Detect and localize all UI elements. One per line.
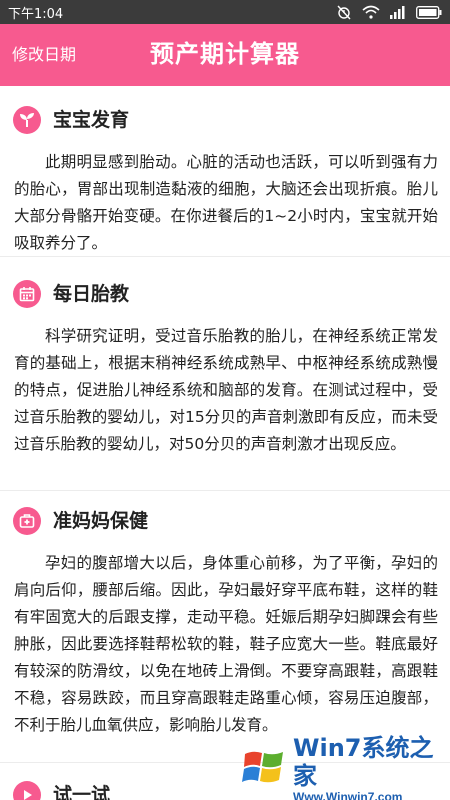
watermark-url: Www.Winwin7.com: [293, 790, 403, 800]
watermark-title: Win7系统之家: [293, 734, 434, 790]
section-title: 准妈妈保健: [53, 510, 149, 532]
section-title: 试一试: [53, 784, 111, 800]
alarm-off-icon: [336, 4, 352, 20]
section-header: 每日胎教: [13, 279, 129, 309]
app-bar: 修改日期 预产期计算器: [0, 24, 450, 86]
watermark-text: Win7系统之家 Www.Winwin7.com: [293, 734, 446, 800]
watermark: Win7系统之家 Www.Winwin7.com: [241, 734, 446, 800]
wifi-icon: [362, 5, 380, 19]
section-title: 宝宝发育: [53, 109, 130, 131]
content-scroll[interactable]: 宝宝发育 此期明显感到胎动。心脏的活动也活跃，可以听到强有力的胎心，胃部出现制造…: [0, 86, 450, 800]
signal-icon: [390, 5, 406, 19]
section-header: 准妈妈保健: [13, 506, 148, 536]
medical-kit-icon: [13, 507, 41, 535]
status-bar: 下午1:04: [0, 0, 450, 24]
section-header: 试一试: [13, 780, 110, 800]
status-icons: [336, 4, 442, 20]
status-time: 下午1:04: [8, 6, 64, 22]
battery-icon: [416, 5, 442, 19]
section-text: 孕妇的腹部增大以后，身体重心前移，为了平衡，孕妇的肩向后仰，腰部后缩。因此，孕妇…: [14, 554, 438, 734]
section-text: 此期明显感到胎动。心脏的活动也活跃，可以听到强有力的胎心，胃部出现制造黏液的细胞…: [14, 153, 438, 252]
section-header: 宝宝发育: [13, 105, 129, 135]
divider: [0, 490, 450, 491]
section-text: 科学研究证明，受过音乐胎教的胎儿，在神经系统正常发育的基础上，根据末稍神经系统成…: [14, 327, 438, 453]
calendar-icon: [13, 280, 41, 308]
page-title: 预产期计算器: [150, 40, 300, 68]
divider: [0, 256, 450, 257]
windows-logo-icon: [241, 744, 287, 794]
section-title: 每日胎教: [53, 283, 130, 305]
sprout-icon: [13, 106, 41, 134]
play-icon: [13, 781, 41, 800]
